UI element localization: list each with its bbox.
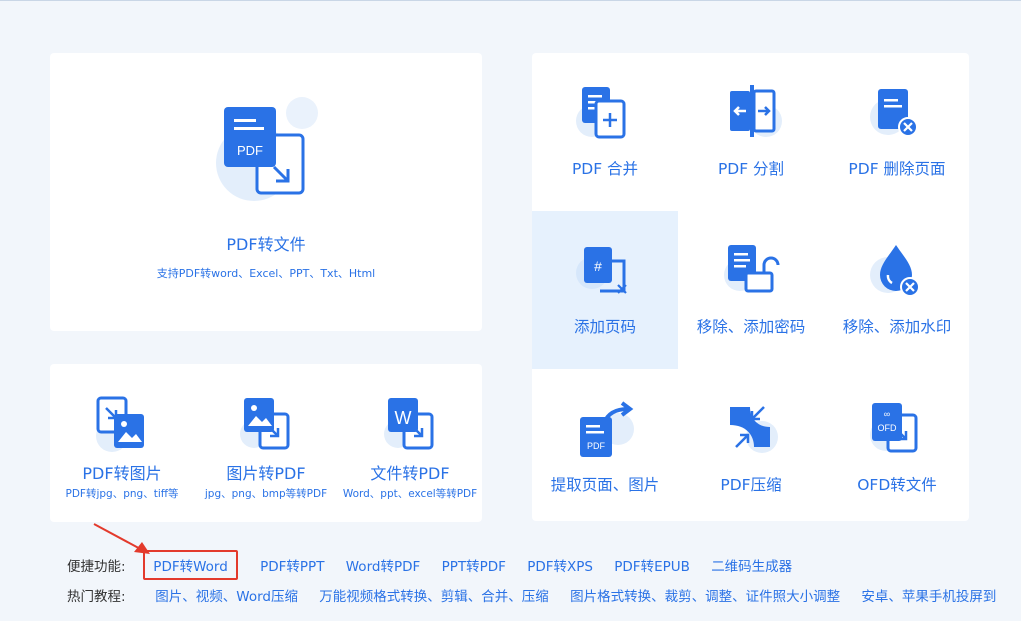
extract-pages-tool[interactable]: PDF 提取页面、图片 (532, 369, 678, 527)
pdf-delete-pages-label: PDF 删除页面 (848, 160, 946, 178)
password-tool[interactable]: 移除、添加密码 (678, 211, 824, 369)
pdf-merge-label: PDF 合并 (571, 160, 639, 178)
svg-text:∞: ∞ (884, 409, 890, 419)
compress-icon (730, 406, 778, 453)
pdf-to-image-icon (96, 396, 144, 452)
watermark-drop-icon (870, 245, 920, 297)
quick-link-word-to-pdf[interactable]: Word转PDF (346, 555, 421, 575)
pdf-convert-icon: PDF (216, 97, 318, 201)
file-to-pdf-title: 文件转PDF (370, 464, 450, 483)
image-to-pdf-tool[interactable]: 图片转PDF jpg、png、bmp等转PDF (194, 364, 338, 522)
quick-link-pdf-to-word[interactable]: PDF转Word (143, 550, 238, 580)
hot-tutorials-row: 热门教程: 图片、视频、Word压缩 万能视频格式转换、剪辑、合并、压缩 图片格… (67, 585, 1013, 605)
pdf-compress-label: PDF压缩 (720, 476, 782, 494)
pdf-split-tool[interactable]: PDF 分割 (678, 53, 824, 211)
file-to-pdf-subtitle: Word、ppt、excel等转PDF (342, 488, 478, 500)
pdf-to-image-title: PDF转图片 (82, 464, 162, 483)
svg-text:PDF: PDF (237, 143, 263, 158)
ofd-to-file-label: OFD转文件 (857, 476, 937, 494)
quick-link-pdf-to-xps[interactable]: PDF转XPS (527, 555, 593, 575)
pdf-split-label: PDF 分割 (717, 160, 785, 178)
extract-pages-label: 提取页面、图片 (550, 476, 660, 494)
quick-link-pdf-to-ppt[interactable]: PDF转PPT (260, 555, 324, 575)
merge-icon (576, 87, 626, 139)
quick-link-qrcode[interactable]: 二维码生成器 (711, 555, 792, 575)
hot-link-3[interactable]: 安卓、苹果手机投屏到 (861, 585, 996, 605)
extract-icon: PDF (580, 401, 634, 457)
quick-features-label: 便捷功能: (67, 559, 126, 575)
pdf-to-file-subtitle: 支持PDF转word、Excel、PPT、Txt、Html (156, 267, 376, 280)
pdf-to-image-tool[interactable]: PDF转图片 PDF转jpg、png、tiff等 (50, 364, 194, 522)
image-tools-card: PDF转图片 PDF转jpg、png、tiff等 图片转PDF jpg、png、… (50, 364, 482, 522)
svg-text:PDF: PDF (587, 441, 606, 451)
pdf-to-image-subtitle: PDF转jpg、png、tiff等 (65, 488, 179, 500)
svg-text:W: W (395, 408, 412, 428)
pdf-to-file-card[interactable]: PDF PDF转文件 支持PDF转word、Excel、PPT、Txt、Html (50, 53, 482, 331)
add-page-number-tool[interactable]: # 添加页码 (532, 211, 678, 369)
quick-link-ppt-to-pdf[interactable]: PPT转PDF (442, 555, 506, 575)
pdf-tools-grid: PDF 合并 PDF 分割 PDF 删除页面 # 添加页码 移除、添加密码 移除… (532, 53, 969, 521)
quick-features-row: 便捷功能: PDF转Word PDF转PPT Word转PDF PPT转PDF … (67, 550, 809, 580)
password-label: 移除、添加密码 (696, 318, 806, 336)
add-page-number-label: 添加页码 (573, 318, 636, 336)
pdf-to-file-title: PDF转文件 (226, 235, 306, 254)
ofd-icon: ∞ OFD (870, 403, 918, 453)
hot-link-0[interactable]: 图片、视频、Word压缩 (155, 585, 298, 605)
pdf-compress-tool[interactable]: PDF压缩 (678, 369, 824, 527)
image-to-pdf-subtitle: jpg、png、bmp等转PDF (204, 488, 328, 500)
pdf-merge-tool[interactable]: PDF 合并 (532, 53, 678, 211)
hot-link-1[interactable]: 万能视频格式转换、剪辑、合并、压缩 (319, 585, 549, 605)
hot-link-2[interactable]: 图片格式转换、裁剪、调整、证件照大小调整 (570, 585, 840, 605)
image-to-pdf-title: 图片转PDF (226, 464, 306, 483)
delete-page-icon (870, 89, 918, 137)
file-to-pdf-tool[interactable]: W 文件转PDF Word、ppt、excel等转PDF (338, 364, 482, 522)
ofd-to-file-tool[interactable]: ∞ OFD OFD转文件 (824, 369, 970, 527)
word-to-pdf-icon: W (384, 398, 434, 450)
page-number-icon: # (576, 247, 627, 294)
watermark-label: 移除、添加水印 (842, 318, 952, 336)
hot-tutorials-label: 热门教程: (67, 589, 126, 605)
image-to-pdf-icon (240, 398, 290, 450)
split-icon (730, 85, 782, 137)
svg-text:OFD: OFD (878, 423, 897, 433)
quick-link-pdf-to-epub[interactable]: PDF转EPUB (614, 555, 690, 575)
unlock-icon (724, 245, 780, 293)
pdf-delete-pages-tool[interactable]: PDF 删除页面 (824, 53, 970, 211)
watermark-tool[interactable]: 移除、添加水印 (824, 211, 970, 369)
